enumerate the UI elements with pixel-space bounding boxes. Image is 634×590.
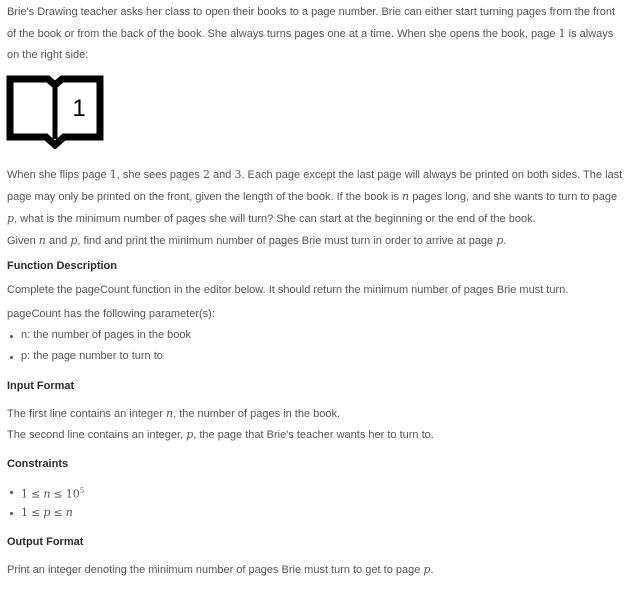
function-description-heading: Function Description: [7, 260, 117, 272]
book-page-label: 1: [72, 95, 85, 122]
function-description-text: Complete the pageCount function in the e…: [7, 284, 569, 296]
input-format-line2: The second line contains an integer, p, …: [7, 428, 434, 441]
output-format-heading: Output Format: [7, 536, 84, 548]
params-intro: pageCount has the following parameter(s)…: [7, 308, 215, 320]
constraint-n: 1 ≤ n ≤ 105: [7, 481, 84, 502]
input-format-heading: Input Format: [7, 380, 75, 392]
flip-paragraph: When she flips page 1, she sees pages 2 …: [7, 168, 623, 225]
math-page-number: 1: [558, 27, 566, 40]
intro-paragraph: Brie's Drawing teacher asks her class to…: [7, 6, 616, 61]
input-format-line1: The first line contains an integer n, th…: [7, 407, 341, 420]
given-paragraph: Given n and p, find and print the minimu…: [7, 234, 507, 247]
constraints-heading: Constraints: [7, 458, 69, 470]
constraints-list: 1 ≤ n ≤ 105 1 ≤ p ≤ n: [7, 481, 84, 523]
params-list: n: the number of pages in the book p: th…: [7, 325, 191, 367]
list-item: n: the number of pages in the book: [7, 325, 191, 346]
open-book-icon: 1: [6, 75, 104, 149]
output-format-text: Print an integer denoting the minimum nu…: [7, 563, 434, 576]
list-item: p: the page number to turn to: [7, 346, 191, 367]
constraint-p: 1 ≤ p ≤ n: [7, 502, 84, 523]
problem-statement: Brie's Drawing teacher asks her class to…: [0, 0, 634, 590]
